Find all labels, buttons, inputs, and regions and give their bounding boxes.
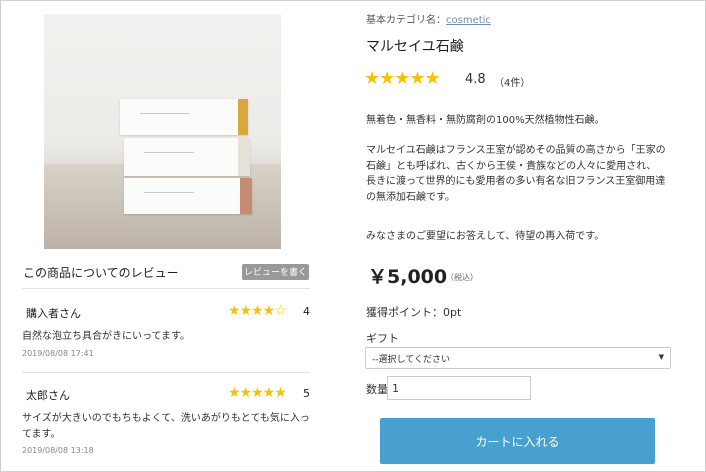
divider [22, 288, 310, 289]
reviews-title: この商品についてのレビュー [23, 266, 179, 280]
gift-select-value: --選択してください [372, 355, 450, 365]
category-label: 基本カテゴリ名： [366, 15, 446, 26]
rating-stars: ★★★★★ [364, 68, 441, 89]
product-image [44, 14, 281, 249]
reviewer-name: 購入者さん [26, 307, 81, 320]
rating-count: （4件） [494, 78, 531, 89]
tax-note: （税込） [446, 273, 478, 282]
review-score: 5 [303, 387, 310, 400]
category-breadcrumb: 基本カテゴリ名：cosmetic [366, 11, 491, 26]
add-to-cart-button[interactable]: カートに入れる [380, 418, 655, 464]
soap-bar-middle [124, 138, 250, 176]
soap-bar-top [120, 99, 248, 135]
points-earned: 獲得ポイント：0pt [366, 306, 462, 319]
review-date: 2019/08/08 13:18 [22, 446, 94, 455]
quantity-input[interactable] [387, 376, 531, 400]
review-comment: サイズが大きいのでもちもよくて、洗いあがりもとても気に入ってます。 [22, 413, 310, 440]
product-name: マルセイユ石鹸 [366, 39, 464, 55]
soap-bar-bottom [124, 178, 252, 214]
gift-label: ギフト [366, 332, 399, 345]
chevron-down-icon: ▼ [658, 353, 664, 361]
quantity-label: 数量 [366, 383, 388, 396]
review-stars: ★★★★☆ [228, 303, 287, 319]
review-comment: 自然な泡立ち具合がきにいってます。 [22, 331, 190, 342]
review-stars: ★★★★★ [228, 385, 287, 401]
price: ￥5,000 [368, 266, 448, 288]
divider [22, 372, 310, 373]
rating-value: 4.8 [465, 72, 486, 87]
reviewer-name: 太郎さん [26, 389, 70, 402]
description-paragraph: みなさまのご要望にお答えして、待望の再入荷です。 [366, 231, 605, 242]
review-score: 4 [303, 305, 310, 318]
write-review-button[interactable]: レビューを書く [242, 264, 309, 280]
gift-select[interactable]: --選択してください ▼ [365, 347, 671, 369]
review-date: 2019/08/08 17:41 [22, 349, 94, 358]
description-paragraph: 無着色・無香料・無防腐剤の100%天然植物性石鹸。 [366, 115, 605, 126]
description-paragraph: マルセイユ石鹸はフランス王室が認めその品質の高さから「王家の石鹸」とも呼ばれ、古… [366, 145, 666, 203]
category-link[interactable]: cosmetic [446, 15, 491, 26]
